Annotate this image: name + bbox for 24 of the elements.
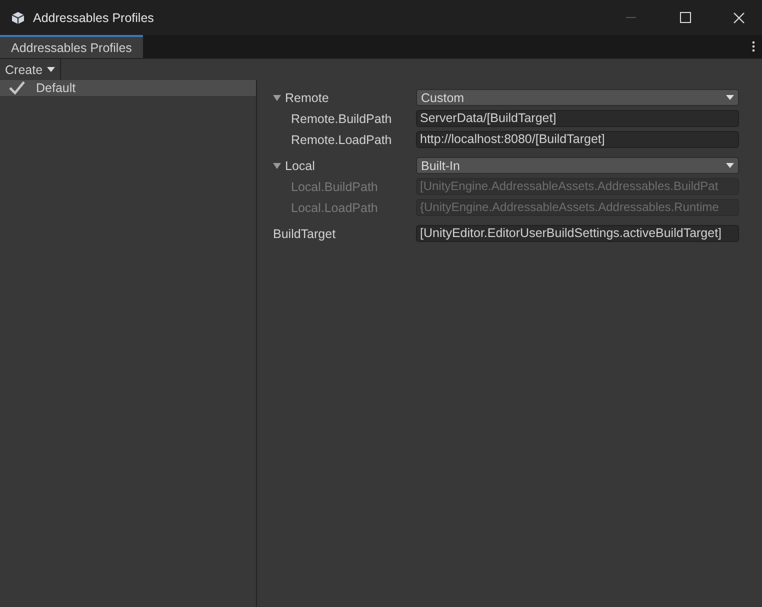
field-label: Remote.BuildPath [290, 112, 393, 126]
variable-label: BuildTarget [273, 226, 337, 240]
field-label: Local.BuildPath [290, 180, 379, 194]
foldout-triangle-icon[interactable] [273, 162, 281, 170]
caret-icon [46, 67, 55, 72]
caret-icon [726, 163, 734, 168]
window-title: Addressables Profiles [33, 10, 155, 24]
path-field[interactable]: ServerData/[BuildTarget] [416, 110, 739, 127]
maximize-icon[interactable] [680, 12, 690, 23]
field-label: Remote.LoadPath [290, 132, 393, 146]
caret-icon [726, 95, 734, 100]
variable-field[interactable]: [UnityEditor.EditorUserBuildSettings.activeBuildTarget] [416, 225, 739, 242]
group-label: Local [285, 158, 315, 172]
profile-item[interactable]: Default [0, 80, 256, 96]
profile-name: Default [36, 81, 76, 95]
mode-dropdown[interactable]: Built-In [416, 157, 739, 174]
foldout-triangle-icon[interactable] [273, 94, 281, 102]
path-field[interactable]: http://localhost:8080/[BuildTarget] [416, 131, 739, 148]
window-tab[interactable]: Addressables Profiles [0, 35, 143, 58]
group-label: Remote [285, 90, 329, 104]
close-icon[interactable] [733, 12, 745, 24]
cube-app-icon [11, 10, 25, 24]
field-label: Local.LoadPath [290, 200, 379, 214]
mode-dropdown[interactable]: Custom [416, 89, 739, 106]
